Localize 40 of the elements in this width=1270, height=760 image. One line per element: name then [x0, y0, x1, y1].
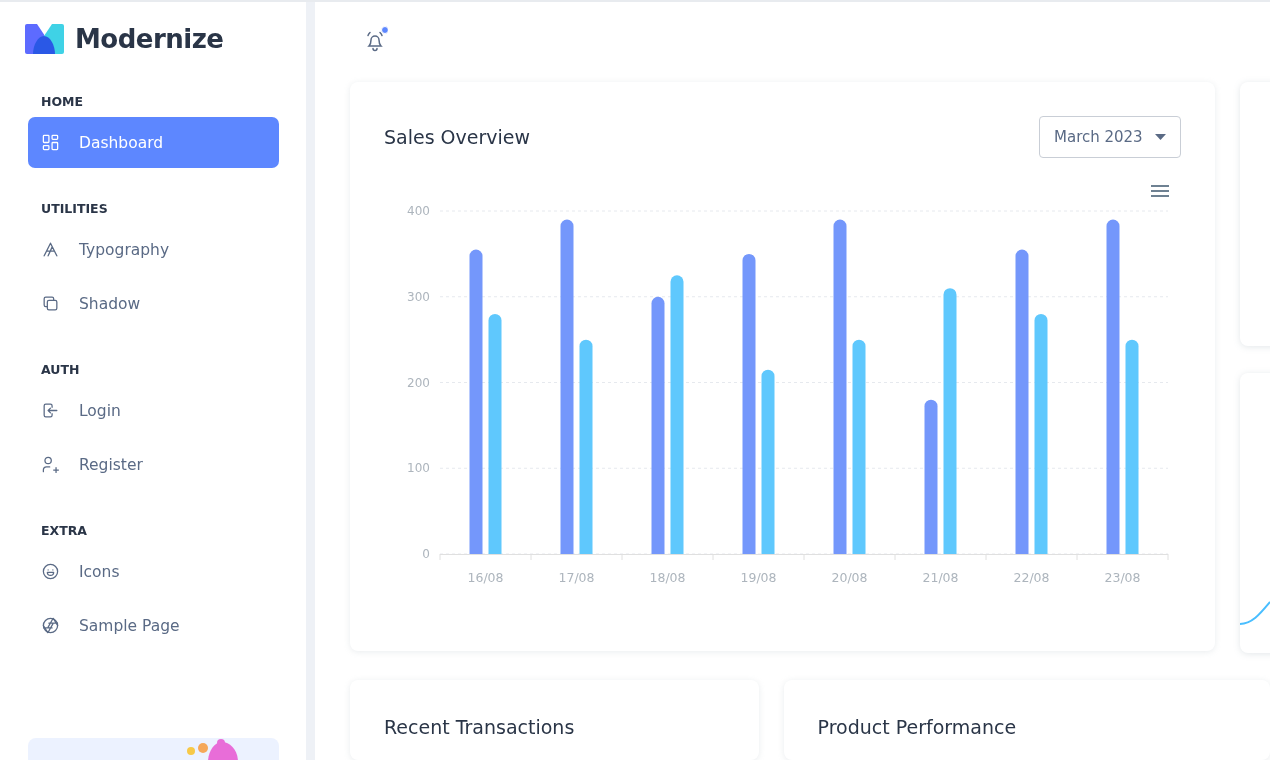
card-title: Sales Overview — [384, 126, 531, 148]
sidebar-item[interactable]: Icons — [28, 546, 279, 597]
axis-label: 21/08 — [922, 570, 959, 585]
sidebar-item[interactable]: Login — [28, 385, 279, 436]
section-heading: EXTRA — [41, 523, 88, 538]
card-title: Product Performance — [817, 716, 1018, 738]
axis-label: 17/08 — [558, 570, 595, 585]
logo-text: Modernize — [75, 24, 224, 54]
axis-label: 22/08 — [1013, 570, 1050, 585]
login-icon — [41, 401, 60, 420]
axis-label: 0 — [422, 547, 430, 561]
axis-label: 20/08 — [831, 570, 868, 585]
letter-a-icon — [41, 240, 60, 259]
copy-icon — [41, 294, 60, 313]
section-heading: HOME — [41, 94, 85, 109]
sidebar-item[interactable]: Dashboard — [28, 117, 279, 168]
axis-label: 400 — [407, 204, 430, 218]
menu-icon[interactable] — [1151, 185, 1169, 197]
section-heading: UTILITIES — [41, 201, 109, 216]
caret-icon — [1154, 134, 1166, 140]
section-heading: AUTH — [41, 362, 81, 377]
logo-icon — [25, 24, 64, 54]
axis-label: 19/08 — [740, 570, 777, 585]
dashboard-icon — [41, 133, 60, 152]
sidebar-item[interactable]: Typography — [28, 224, 279, 275]
sidebar-item[interactable]: Sample Page — [28, 600, 279, 651]
axis-label: 100 — [407, 461, 430, 476]
card-title: Recent Transactions — [384, 716, 576, 738]
axis-label: 300 — [407, 289, 430, 304]
axis-label: 200 — [407, 375, 430, 390]
user-plus-icon — [41, 455, 60, 474]
sparkline — [1240, 599, 1270, 627]
month-select[interactable]: March 2023 — [1039, 116, 1181, 158]
axis-label: 23/08 — [1104, 570, 1141, 585]
sidebar-item[interactable]: Shadow — [28, 278, 279, 329]
axis-label: 18/08 — [649, 570, 686, 585]
aperture-icon — [41, 616, 60, 635]
sidebar-item[interactable]: Register — [28, 439, 279, 490]
smiley-icon — [41, 562, 60, 581]
axis-label: 16/08 — [467, 570, 504, 585]
